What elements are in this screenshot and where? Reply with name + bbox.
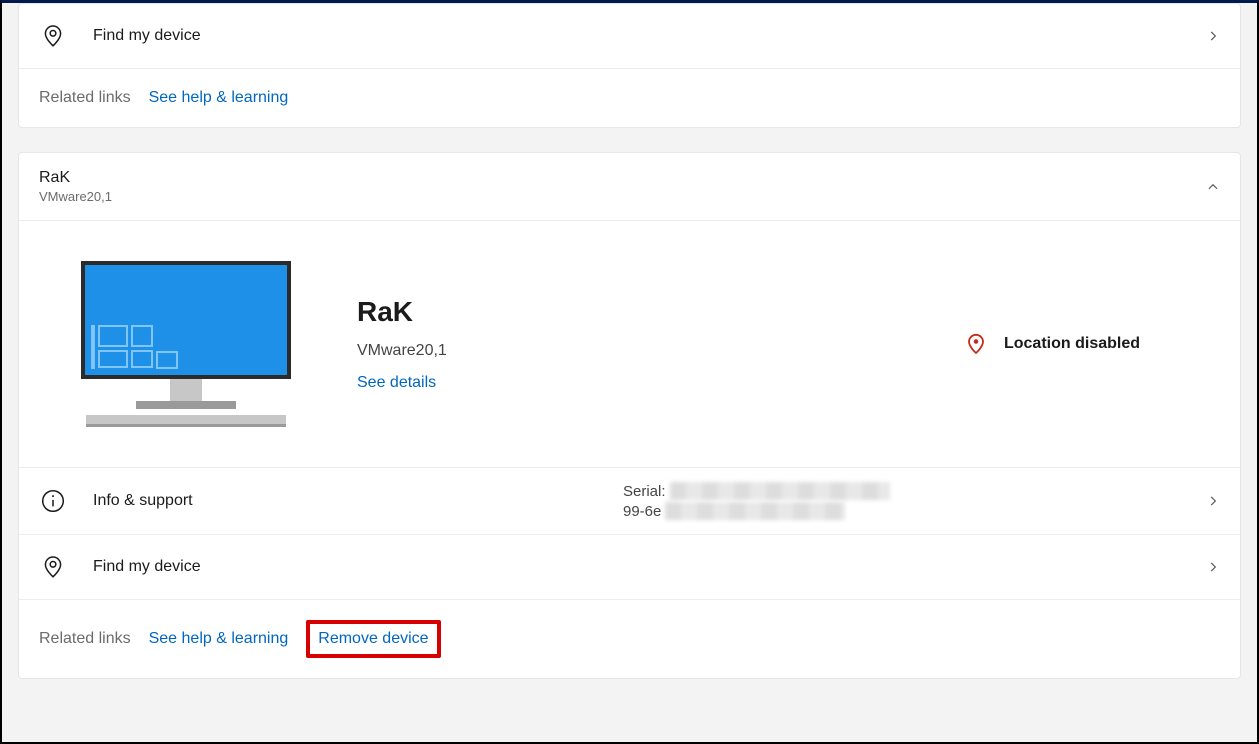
device-title: RaK (357, 296, 964, 328)
chevron-right-icon (1206, 29, 1220, 43)
device-model: VMware20,1 (357, 342, 964, 360)
device-info: RaK VMware20,1 See details (357, 296, 964, 392)
related-links-row: Related links See help & learning (19, 68, 1240, 127)
info-support-label: Info & support (93, 492, 623, 510)
chevron-right-icon (1206, 560, 1220, 574)
find-device-row[interactable]: Find my device (19, 4, 1240, 68)
device-header[interactable]: RaK VMware20,1 (19, 153, 1240, 220)
remove-device-highlight: Remove device (306, 620, 440, 658)
device-image (71, 261, 301, 427)
device-name: RaK (39, 169, 1206, 187)
find-device-row-2[interactable]: Find my device (19, 534, 1240, 599)
info-icon (39, 487, 67, 515)
find-device-label: Find my device (93, 27, 1206, 45)
device-card-rak: RaK VMware20,1 (18, 152, 1241, 679)
chevron-up-icon (1206, 180, 1220, 194)
serial-block: Serial: 99-6e (623, 482, 890, 520)
related-links-label-2: Related links (39, 630, 131, 648)
location-disabled-icon (964, 332, 988, 356)
serial-partial: 99-6e (623, 503, 661, 520)
serial-redacted-2 (665, 502, 845, 520)
serial-label: Serial: (623, 483, 666, 500)
help-learning-link-2[interactable]: See help & learning (149, 630, 289, 648)
location-icon (39, 553, 67, 581)
device-card-top: Find my device Related links See help & … (18, 3, 1241, 128)
chevron-right-icon (1206, 494, 1220, 508)
related-links-row-2: Related links See help & learning Remove… (19, 599, 1240, 678)
find-device-label-2: Find my device (93, 558, 1206, 576)
location-icon (39, 22, 67, 50)
device-model-small: VMware20,1 (39, 189, 1206, 204)
device-body: RaK VMware20,1 See details Location disa… (19, 220, 1240, 467)
serial-redacted (670, 482, 890, 500)
info-support-row[interactable]: Info & support Serial: 99-6e (19, 467, 1240, 534)
location-status-text: Location disabled (1004, 335, 1140, 353)
remove-device-link[interactable]: Remove device (318, 630, 428, 647)
help-learning-link[interactable]: See help & learning (149, 89, 289, 107)
location-status: Location disabled (964, 332, 1140, 356)
related-links-label: Related links (39, 89, 131, 107)
see-details-link[interactable]: See details (357, 374, 964, 392)
